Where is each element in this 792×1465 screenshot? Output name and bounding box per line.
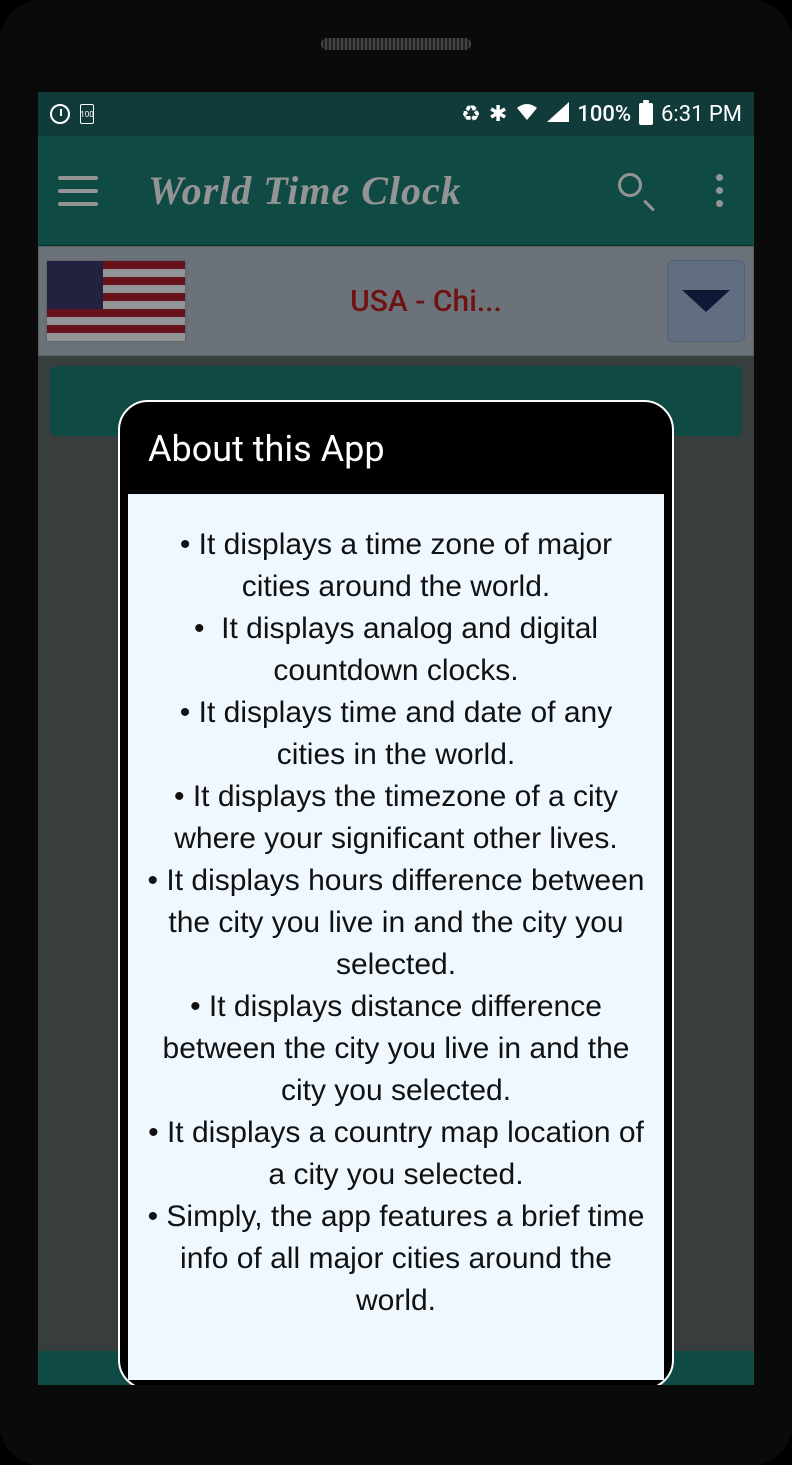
dialog-body: • It displays a time zone of major citie… xyxy=(128,494,664,1380)
dialog-bullet: • It displays time and date of any citie… xyxy=(146,692,646,776)
about-dialog: About this App • It displays a time zone… xyxy=(118,400,674,1385)
bluetooth-icon: ✱ xyxy=(489,102,507,127)
dialog-bullet: • It displays a country map location of … xyxy=(146,1112,646,1196)
status-time: 6:31 PM xyxy=(661,102,742,127)
signal-icon xyxy=(547,102,569,127)
status-right: ♻ ✱ 100% 6:31 PM xyxy=(461,102,742,127)
dialog-title: About this App xyxy=(120,402,672,494)
speaker-grille xyxy=(321,38,471,50)
recycle-icon: ♻ xyxy=(461,102,481,127)
dialog-bullet: • Simply, the app features a brief time … xyxy=(146,1196,646,1322)
dialog-bullet: • It displays a time zone of major citie… xyxy=(146,524,646,608)
dialog-bullet: • It displays distance difference betwee… xyxy=(146,986,646,1112)
phone-frame: 100 ♻ ✱ 100% 6:31 PM World Time Clo xyxy=(0,0,792,1465)
battery-percent: 100% xyxy=(577,102,631,127)
clock-icon xyxy=(50,104,70,124)
wifi-icon xyxy=(515,102,539,127)
battery-full-icon xyxy=(639,103,653,125)
dialog-bullet: • It displays the timezone of a city whe… xyxy=(146,776,646,860)
battery-small-icon: 100 xyxy=(80,104,94,124)
dialog-bullet: • It displays analog and digital countdo… xyxy=(146,608,646,692)
dialog-bullet: • It displays hours difference between t… xyxy=(146,860,646,986)
status-left: 100 xyxy=(50,104,94,124)
status-bar: 100 ♻ ✱ 100% 6:31 PM xyxy=(38,92,754,136)
screen: 100 ♻ ✱ 100% 6:31 PM World Time Clo xyxy=(38,92,754,1385)
